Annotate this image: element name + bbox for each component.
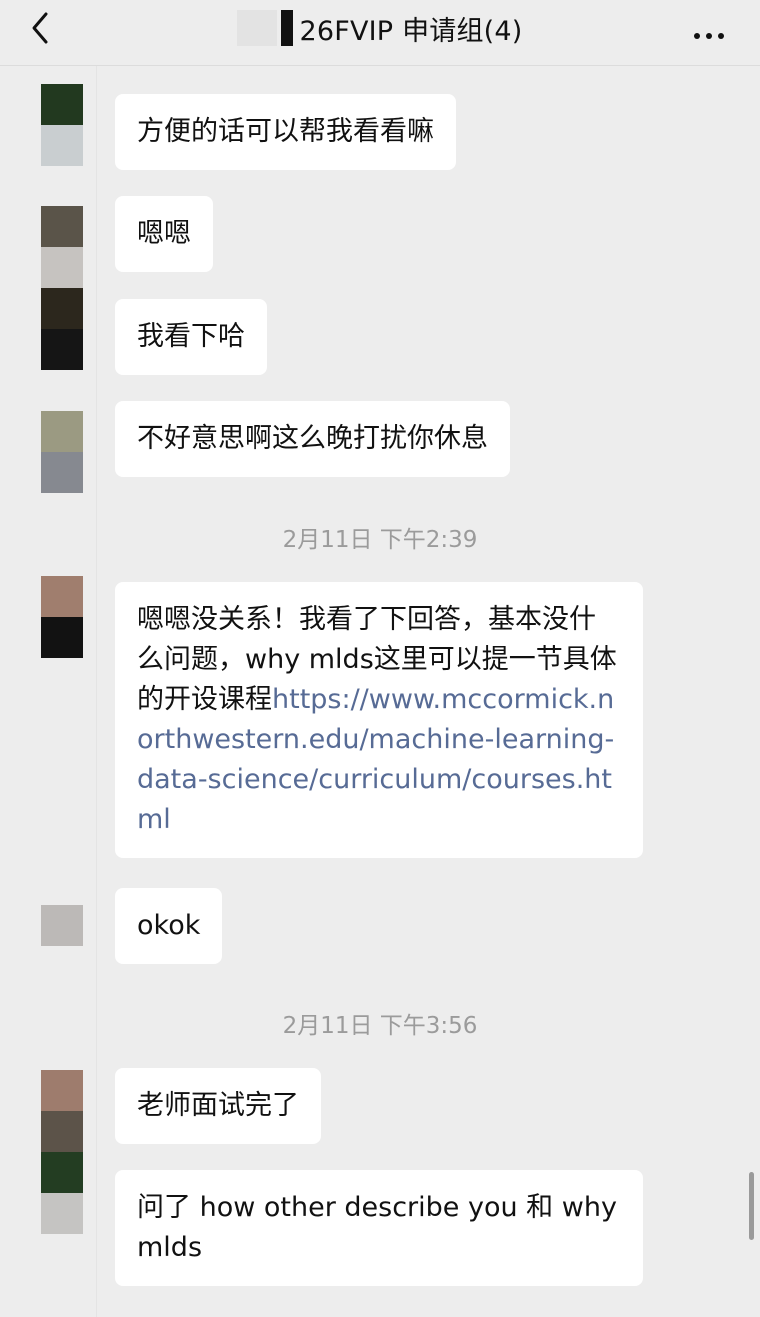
avatar-tile [41,247,83,288]
title-redaction [237,10,278,46]
avatar-tile [41,206,83,247]
more-dots-icon [694,33,700,39]
chat-title-wrap: 26FVIP 申请组(4) [0,10,760,47]
avatar-tile [41,905,83,946]
avatar-tile [41,576,83,617]
avatar-tile [41,617,83,658]
message-bubble[interactable]: okok [115,888,223,964]
chat-header: 26FVIP 申请组(4) [0,0,760,66]
avatar[interactable] [41,576,83,658]
more-dot [718,33,724,39]
chat-divider [96,66,97,1317]
avatar-tile [41,84,83,125]
avatar-tile [41,329,83,370]
scrollbar[interactable] [749,1172,754,1240]
message-bubble[interactable]: 我看下哈 [115,299,267,375]
timestamp: 2月11日 下午3:56 [282,1013,478,1039]
message-bubble[interactable]: 方便的话可以帮我看看嘛 [115,94,456,170]
avatar-tile [41,1152,83,1193]
timestamp: 2月11日 下午2:39 [282,527,478,553]
avatar[interactable] [41,288,83,370]
avatar-tile [41,288,83,329]
more-dot [706,33,712,39]
chat-title: 26FVIP 申请组(4) [299,15,523,47]
message-bubble[interactable]: 不好意思啊这么晚打扰你休息 [115,401,510,477]
message-bubble[interactable]: 老师面试完了 [115,1068,321,1144]
message-bubble[interactable]: 问了 how other describe you 和 why mlds [115,1170,643,1286]
avatar-tile [41,1070,83,1111]
avatar[interactable] [41,905,83,946]
avatar[interactable] [41,411,83,493]
more-button[interactable] [694,24,730,39]
avatar-tile [41,411,83,452]
avatar-tile [41,125,83,166]
avatar-tile [41,1193,83,1234]
message-bubble[interactable]: 嗯嗯没关系！我看了下回答，基本没什么问题，why mlds这里可以提一节具体的开… [115,582,643,858]
avatar[interactable] [41,84,83,166]
avatar-tile [41,1111,83,1152]
avatar[interactable] [41,1070,83,1234]
avatar-tile [41,452,83,493]
avatar[interactable] [41,206,83,288]
title-redaction-bar [281,10,294,46]
message-bubble[interactable]: 嗯嗯 [115,196,213,272]
